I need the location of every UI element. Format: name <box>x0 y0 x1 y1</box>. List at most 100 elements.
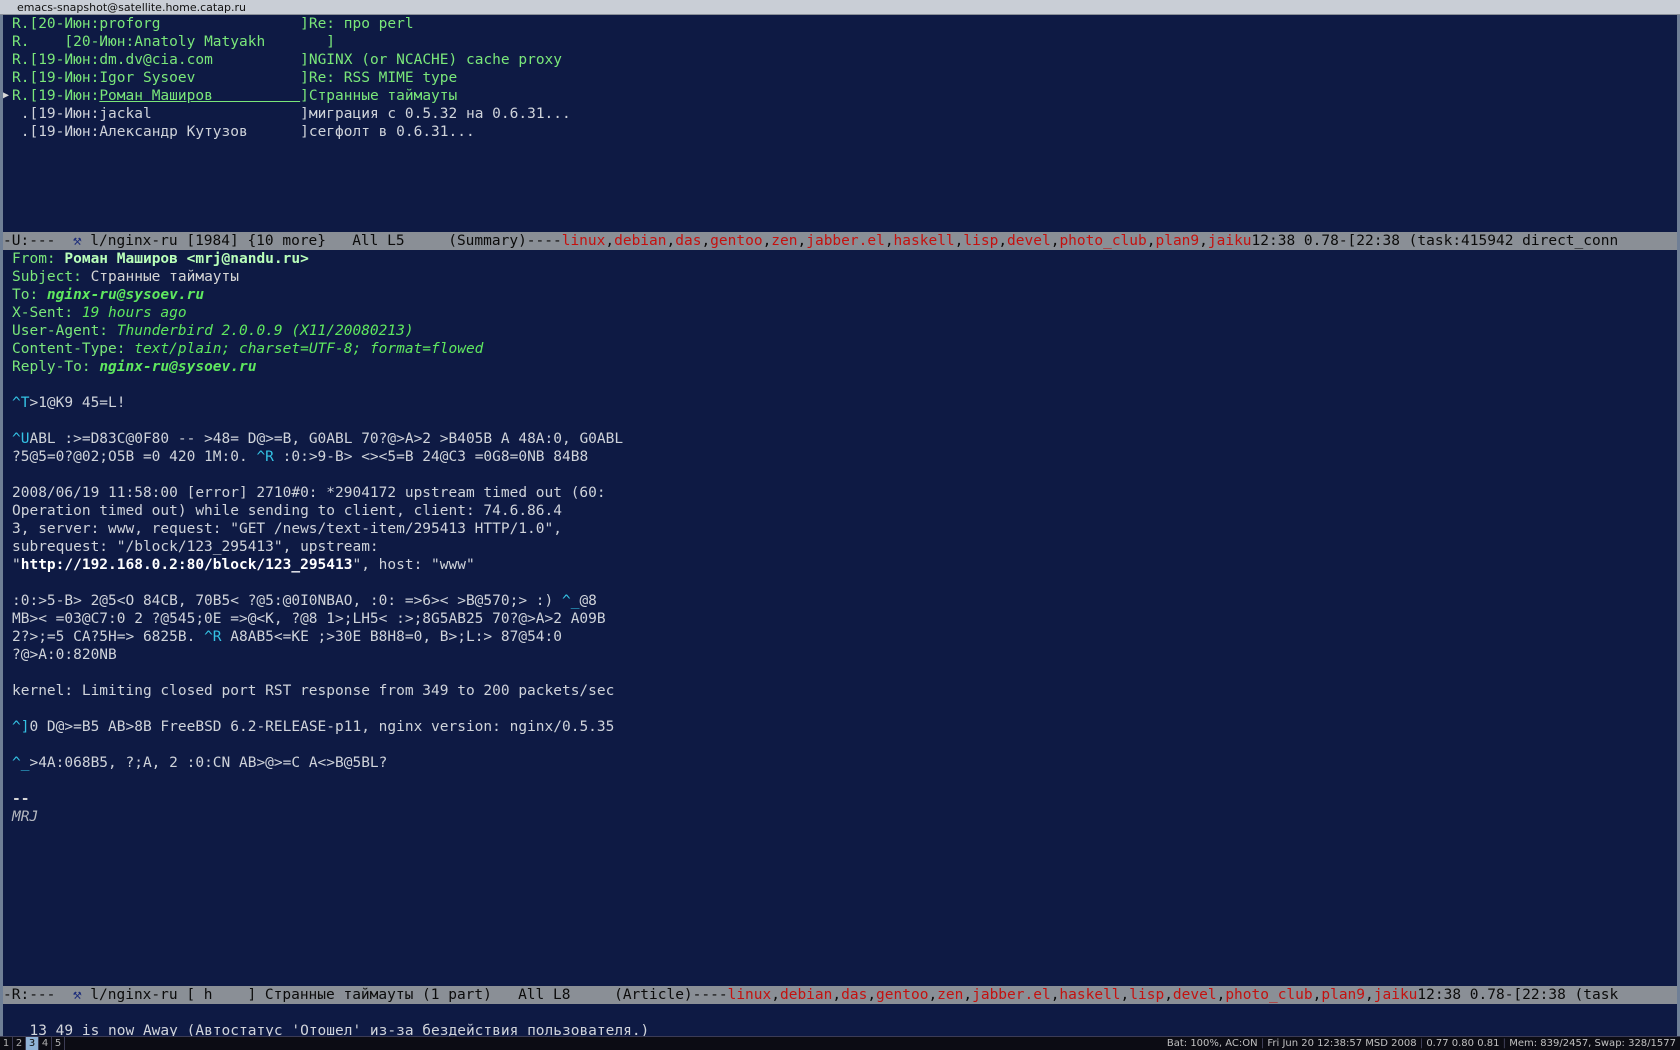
upstream-url-link[interactable]: http://192.168.0.2:80/block/123_295413 <box>21 557 353 573</box>
summary-line[interactable]: ▶ R.[19-Июн:Роман Маширов ]Странные тайма… <box>3 87 1677 105</box>
modeline-tag[interactable]: zen <box>771 233 797 249</box>
summary-bracket: ] <box>300 16 309 32</box>
summary-line[interactable]: R.[19-Июн:Igor Sysoev ]Re: RSS MIME type <box>3 69 1677 87</box>
modeline-status: -U:--- <box>3 233 73 249</box>
load-average: 0.77 0.80 0.81 <box>1426 1038 1500 1049</box>
to-value[interactable]: nginx-ru@sysoev.ru <box>47 287 204 303</box>
tag-separator: , <box>832 987 842 1003</box>
tag-separator: , <box>1216 987 1226 1003</box>
window-title-bar[interactable]: emacs-snapshot@satellite.home.catap.ru <box>0 0 1680 15</box>
body-line: ^]0 D@>=B5 AB>8B FreeBSD 6.2-RELEASE-p11… <box>12 719 615 735</box>
modeline-tag[interactable]: photo_club <box>1059 233 1146 249</box>
modeline-tag[interactable]: lisp <box>963 233 998 249</box>
from-value: Роман Маширов <mrj@nandu.ru> <box>64 251 309 267</box>
summary-date: [19-Июн: <box>29 124 100 140</box>
log-line: "http://192.168.0.2:80/block/123_295413"… <box>12 557 475 573</box>
workspace-4[interactable]: 4 <box>39 1037 52 1050</box>
modeline-tag[interactable]: devel <box>1007 233 1051 249</box>
workspace-2[interactable]: 2 <box>13 1037 26 1050</box>
modeline-tag[interactable]: debian <box>780 987 832 1003</box>
modeline-right-info: 12:38 0.78-[22:38 (task <box>1417 987 1619 1003</box>
summary-line[interactable]: .[19-Июн:jackal ]миграция с 0.5.32 на 0.… <box>3 105 1677 123</box>
tag-separator: , <box>1120 987 1130 1003</box>
echo-area[interactable]: 13_49 is now Away (Автостатус 'Отошел' и… <box>3 1004 1677 1039</box>
workspace-1[interactable]: 1 <box>0 1037 13 1050</box>
modeline-tag[interactable]: jabber.el <box>806 233 885 249</box>
summary-modeline[interactable]: -U:--- ⚒ l/nginx-ru [1984] {10 more} All… <box>3 232 1677 250</box>
article-buffer[interactable]: From: Роман Маширов <mrj@nandu.ru> Subje… <box>3 250 1677 985</box>
modeline-tag[interactable]: gentoo <box>710 233 762 249</box>
summary-author: Igor Sysoev <box>99 70 301 86</box>
summary-line[interactable]: R.[19-Июн:dm.dv@cia.com ]NGINX (or NCACH… <box>3 51 1677 69</box>
header-user-agent: User-Agent: Thunderbird 2.0.0.9 (X11/200… <box>12 323 414 339</box>
tag-separator: , <box>771 987 780 1003</box>
summary-bracket: ] <box>326 34 336 50</box>
header-content-type: Content-Type: text/plain; charset=UTF-8;… <box>12 341 484 357</box>
summary-author: dm.dv@cia.com <box>99 52 301 68</box>
modeline-tag[interactable]: jaiku <box>1208 233 1252 249</box>
modeline-tag[interactable]: plan9 <box>1321 987 1365 1003</box>
modeline-tag[interactable]: jabber.el <box>972 987 1051 1003</box>
modeline-tag[interactable]: devel <box>1173 987 1217 1003</box>
summary-date: [20-Июн: <box>29 16 100 32</box>
modeline-tag[interactable]: photo_club <box>1225 987 1312 1003</box>
summary-mark: R. <box>12 88 30 104</box>
header-from: From: Роман Маширов <mrj@nandu.ru> <box>12 251 309 267</box>
modeline-tag[interactable]: linux <box>728 987 772 1003</box>
workspace-5[interactable]: 5 <box>52 1037 65 1050</box>
modeline-tag[interactable]: zen <box>937 987 963 1003</box>
workspace-3[interactable]: 3 <box>26 1037 39 1050</box>
article-modeline[interactable]: -R:--- ⚒ l/nginx-ru [ h ] Странные тайма… <box>3 986 1677 1004</box>
tag-separator: , <box>884 233 894 249</box>
summary-author: jackal <box>99 106 301 122</box>
summary-buffer[interactable]: R.[20-Июн:proforg ]Re: про perl R. [20-Ию… <box>3 15 1677 232</box>
modeline-status: -R:--- <box>3 987 73 1003</box>
header-reply-to: Reply-To: nginx-ru@sysoev.ru <box>12 359 257 375</box>
summary-mark: R. <box>12 70 30 86</box>
summary-date: [19-Июн: <box>29 70 100 86</box>
modeline-tag[interactable]: linux <box>562 233 606 249</box>
workspace-switcher[interactable]: 12345 <box>0 1037 65 1050</box>
summary-bracket: ] <box>300 88 309 104</box>
summary-mark: . <box>12 124 30 140</box>
summary-bracket: ] <box>300 70 309 86</box>
modeline-tag[interactable]: debian <box>614 233 666 249</box>
modeline-tag[interactable]: das <box>841 987 867 1003</box>
modeline-tag[interactable]: das <box>675 233 701 249</box>
modeline-tag[interactable]: lisp <box>1129 987 1164 1003</box>
summary-date: [19-Июн: <box>29 88 100 104</box>
reply-to-value[interactable]: nginx-ru@sysoev.ru <box>99 359 256 375</box>
summary-date: [20-Июн: <box>29 34 135 50</box>
summary-line[interactable]: R.[20-Июн:proforg ]Re: про perl <box>3 15 1677 33</box>
summary-mark: R. <box>12 52 30 68</box>
modeline-tag[interactable]: gentoo <box>876 987 928 1003</box>
modeline-tag[interactable]: haskell <box>894 233 955 249</box>
gnus-icon: ⚒ <box>72 987 82 1003</box>
modeline-tag[interactable]: jaiku <box>1374 987 1418 1003</box>
modeline-buffer-info: l/nginx-ru [1984] {10 more} All L5 (Summ… <box>81 233 562 249</box>
tag-separator: , <box>1164 987 1173 1003</box>
tag-separator: , <box>998 233 1008 249</box>
summary-bracket: ] <box>300 52 309 68</box>
modeline-tag[interactable]: plan9 <box>1155 233 1199 249</box>
modeline-tag[interactable]: haskell <box>1059 987 1120 1003</box>
summary-bracket: ] <box>300 124 309 140</box>
tag-separator: , <box>928 987 938 1003</box>
log-line: subrequest: "/block/123_295413", upstrea… <box>12 539 379 555</box>
body-line: ^T>1@K9 45=L! <box>12 395 126 411</box>
summary-line[interactable]: .[19-Июн:Александр Кутузов ]сегфолт в 0.… <box>3 123 1677 141</box>
summary-mark: . <box>12 106 30 122</box>
log-line: 3, server: www, request: "GET /news/text… <box>12 521 562 537</box>
memory-status: Mem: 839/2457, Swap: 328/1577 <box>1509 1038 1676 1049</box>
signature-name: MRJ <box>12 809 39 825</box>
tag-separator: , <box>666 233 676 249</box>
header-to: To: nginx-ru@sysoev.ru <box>12 287 205 303</box>
modeline-buffer-info: l/nginx-ru [ h ] Странные таймауты (1 pa… <box>81 987 728 1003</box>
summary-author: proforg <box>99 16 301 32</box>
summary-line[interactable]: R. [20-Июн:Anatoly Matyakh ] <box>3 33 1677 51</box>
